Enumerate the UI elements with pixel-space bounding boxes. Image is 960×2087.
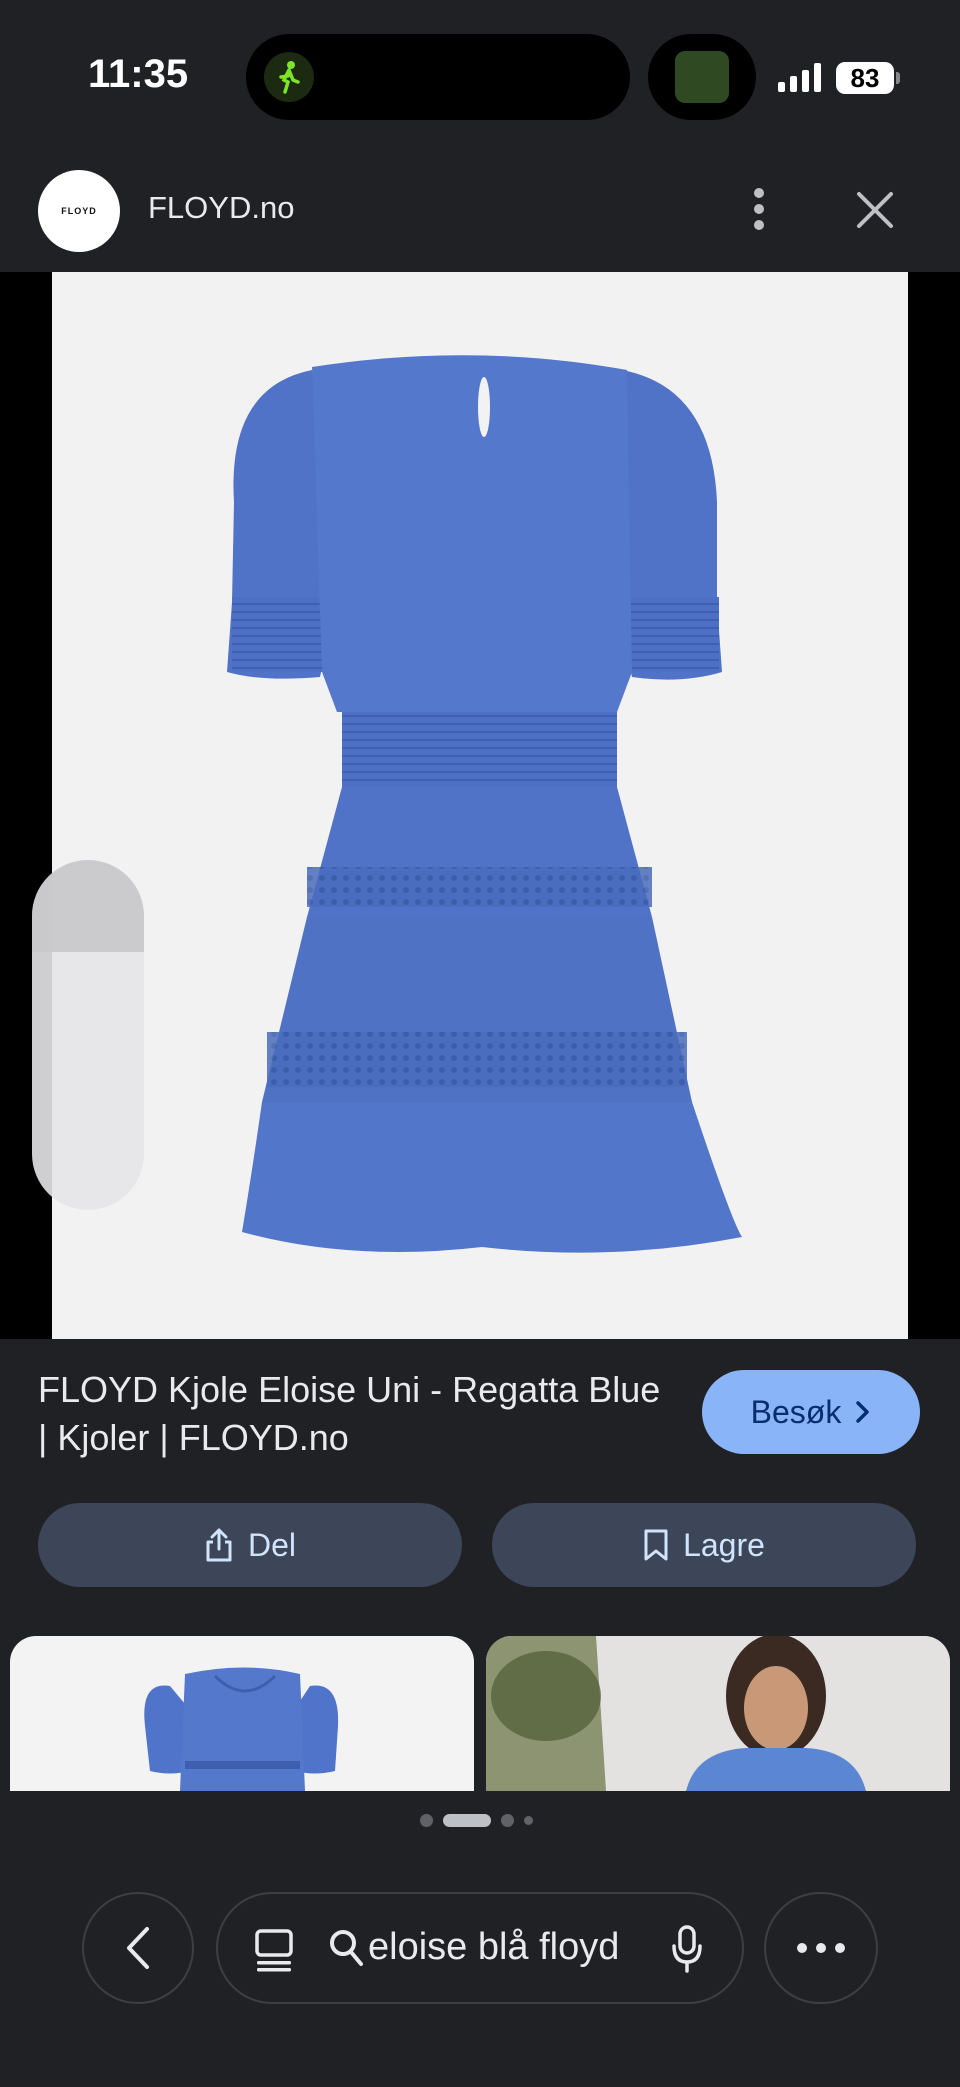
page-dot bbox=[420, 1814, 433, 1827]
dynamic-island bbox=[246, 34, 630, 120]
share-button[interactable]: Del bbox=[38, 1503, 462, 1587]
signal-icon bbox=[778, 62, 822, 97]
page-dot bbox=[501, 1814, 514, 1827]
image-viewer[interactable] bbox=[0, 272, 960, 1339]
mic-icon[interactable] bbox=[670, 1924, 704, 1974]
save-label: Lagre bbox=[683, 1526, 765, 1563]
back-button[interactable] bbox=[82, 1892, 194, 2004]
search-query[interactable]: eloise blå floyd bbox=[368, 1926, 619, 1969]
chevron-left-icon bbox=[127, 1927, 149, 1969]
site-name[interactable]: FLOYD.no bbox=[148, 190, 294, 226]
close-icon[interactable] bbox=[850, 188, 900, 232]
search-bar[interactable]: eloise blå floyd bbox=[216, 1892, 744, 2004]
dress-thumbnail bbox=[144, 1667, 339, 1791]
product-image[interactable] bbox=[52, 272, 908, 1339]
page-indicator bbox=[420, 1814, 533, 1827]
site-logo[interactable]: FLOYD bbox=[38, 170, 120, 252]
more-vert-icon[interactable] bbox=[742, 184, 776, 234]
battery-tip bbox=[896, 72, 900, 84]
chevron-right-icon bbox=[856, 1401, 870, 1423]
visit-label: Besøk bbox=[750, 1393, 842, 1430]
share-icon bbox=[206, 1528, 232, 1562]
bookmark-icon bbox=[644, 1529, 668, 1561]
tabs-icon[interactable] bbox=[254, 1928, 294, 1972]
battery-indicator: 83 bbox=[836, 62, 894, 94]
related-image-1[interactable] bbox=[10, 1636, 474, 1791]
share-label: Del bbox=[247, 1526, 296, 1563]
related-image-2[interactable] bbox=[486, 1636, 950, 1791]
walking-activity-icon bbox=[264, 52, 314, 102]
result-title[interactable]: FLOYD Kjole Eloise Uni - Regatta Blue | … bbox=[38, 1366, 678, 1462]
dress-illustration bbox=[227, 355, 742, 1253]
status-time: 11:35 bbox=[88, 52, 189, 96]
app-thumbnail bbox=[675, 51, 729, 103]
live-activity bbox=[648, 34, 756, 120]
logo-text: FLOYD bbox=[61, 206, 97, 216]
save-button[interactable]: Lagre bbox=[492, 1503, 916, 1587]
page-dot bbox=[524, 1816, 533, 1825]
visit-button[interactable]: Besøk bbox=[702, 1370, 920, 1454]
more-horiz-icon[interactable] bbox=[764, 1892, 878, 2004]
search-icon bbox=[330, 1930, 363, 1966]
page-dot-active bbox=[443, 1814, 491, 1827]
model-thumbnail bbox=[486, 1636, 950, 1791]
